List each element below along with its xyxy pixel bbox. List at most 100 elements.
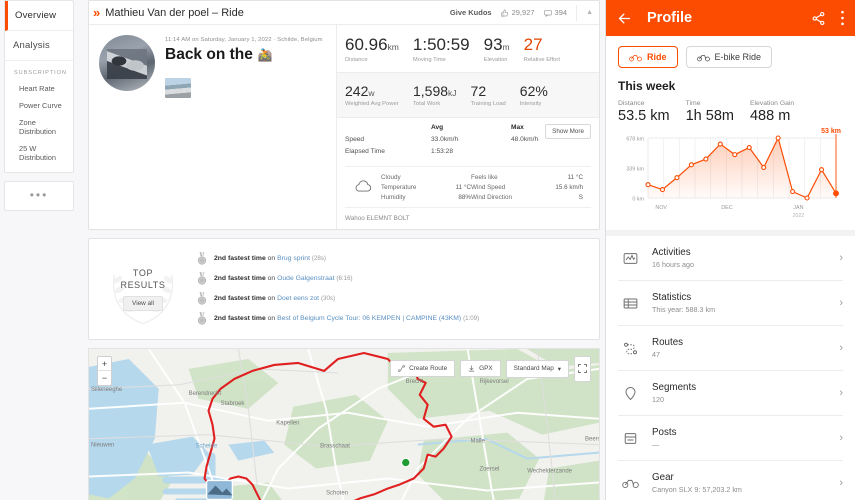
activity-header-title: Mathieu Van der poel – Ride [105,6,244,19]
statistics-icon [620,296,640,311]
weather-condition-value [443,174,471,181]
result-prefix: 2nd fastest time [214,315,266,323]
menu-item-segments[interactable]: Segments 120 › [618,371,843,416]
sidebar-nav-card: Overview Analysis SUBSCRIPTION Heart Rat… [4,0,74,173]
menu-item-activities-sub: 16 hours ago [652,260,694,269]
result-segment-link[interactable]: Oude Galgenstraat [277,275,334,282]
activity-name: Back on the 🚵 [165,46,323,64]
chevron-up-icon[interactable]: ▲ [586,9,593,16]
comment-count[interactable]: 394 [543,8,567,17]
list-item[interactable]: 2nd fastest time on Best of Belgium Cycl… [197,309,587,329]
sidebar-item-heart-rate[interactable]: Heart Rate [5,80,73,97]
svg-text:DEC: DEC [721,205,732,211]
comment-icon [543,9,552,17]
map-style-label: Standard Map [513,365,554,373]
map-zoom-controls[interactable]: + − [97,355,112,386]
svg-text:Berendrecht: Berendrecht [189,391,222,397]
activity-summary: 11:14 AM on Saturday, January 1, 2022 · … [89,25,337,229]
stat-distance-unit: km [387,42,399,52]
map-style-dropdown[interactable]: Standard Map ▾ [505,359,569,378]
weather-section: Cloudy Feels like 11 °C Temperature 11 °… [345,165,591,208]
menu-item-activities-title: Activities [652,247,691,258]
chart-last-point-label: 53 km [821,128,841,135]
sidebar: Overview Analysis SUBSCRIPTION Heart Rat… [0,0,80,500]
result-segment-link[interactable]: Best of Belgium Cycle Tour: 06 KEMPEN | … [277,315,461,322]
table-header-blank [345,124,431,134]
menu-item-routes-text: Routes 47 [652,337,827,359]
svg-text:Schoten: Schoten [326,490,348,496]
more-vertical-icon[interactable] [840,10,845,26]
svg-text:Nieuwen: Nieuwen [91,442,114,448]
gpx-download-button[interactable]: GPX [460,360,501,378]
segments-icon [620,386,640,401]
list-item-text: 2nd fastest time on Doet eens zot (30s) [214,295,335,302]
menu-item-routes-sub: 47 [652,350,660,359]
stat-elevation-value: 93m [484,35,510,55]
svg-text:Kapellen: Kapellen [276,420,299,426]
result-segment-link[interactable]: Doet eens zot [277,295,319,302]
result-prefix: 2nd fastest time [214,295,266,303]
medal-icon [197,312,207,325]
sidebar-item-overview[interactable]: Overview [5,1,73,31]
map-zoom-out-button[interactable]: − [98,371,111,385]
double-chevron-icon: » [93,5,100,20]
stat-elevation-number: 93 [483,35,503,54]
activity-header: » Mathieu Van der poel – Ride Give Kudos… [89,1,599,25]
stat-elevation-unit: m [502,42,510,52]
weather-humidity-value: 88% [458,193,471,201]
menu-item-posts[interactable]: Posts — › [618,416,843,461]
view-all-button[interactable]: View all [123,295,163,311]
menu-item-activities-text: Activities 16 hours ago [652,247,827,269]
menu-item-statistics[interactable]: Statistics This year: 588.3 km › [618,281,843,326]
activity-photo-thumbnail[interactable] [165,78,191,98]
gpx-label: GPX [479,365,493,373]
stat-moving-time-label: Moving Time [412,57,446,63]
tab-ebike-ride[interactable]: E-bike Ride [685,46,773,68]
ebike-icon [696,54,710,61]
tab-ride[interactable]: Ride [618,46,678,68]
list-item[interactable]: 2nd fastest time on Doet eens zot (30s) [197,289,587,309]
menu-item-activities[interactable]: Activities 16 hours ago › [618,236,843,281]
activity-body: 11:14 AM on Saturday, January 1, 2022 · … [89,25,599,229]
week-stat-distance-label: Distance [618,100,645,107]
share-icon[interactable] [811,11,826,26]
avatar[interactable] [99,35,155,91]
week-stat-time: Time 1h 58m [686,100,750,124]
list-item[interactable]: 2nd fastest time on Oude Galgenstraat (6… [197,269,587,289]
arrow-left-icon[interactable] [616,11,633,26]
sidebar-item-analysis[interactable]: Analysis [5,31,73,61]
row-speed-avg: 33.0km/h [431,136,459,144]
gear-icon [620,477,640,489]
chevron-right-icon: › [839,252,843,264]
profile-menu: Activities 16 hours ago › Statistics Thi… [606,236,855,500]
result-segment-link[interactable]: Brug sprint [277,255,310,262]
weather-condition: Cloudy [381,173,401,181]
activity-meta: 11:14 AM on Saturday, January 1, 2022 · … [165,37,323,43]
svg-text:339 km: 339 km [626,167,644,173]
sidebar-item-power-curve[interactable]: Power Curve [5,97,73,114]
mountain-biker-icon: 🚵 [257,48,273,62]
kudos-count[interactable]: 29,927 [500,8,535,17]
map-fullscreen-button[interactable] [574,355,591,382]
give-kudos-button[interactable]: Give Kudos [450,8,492,17]
menu-item-statistics-sub: This year: 588.3 km [652,305,716,314]
menu-item-routes[interactable]: Routes 47 › [618,326,843,371]
svg-text:NOV: NOV [655,205,667,211]
cloud-icon [353,174,373,201]
result-prefix: 2nd fastest time [214,275,266,283]
show-more-button[interactable]: Show More [545,123,591,139]
sidebar-more-card[interactable]: ••• [4,181,74,211]
map-zoom-in-button[interactable]: + [98,357,111,371]
weather-humidity-label: Humidity [381,193,406,201]
sidebar-item-w-distribution[interactable]: 25 W Distribution [5,140,73,166]
thumbs-up-icon [500,9,508,17]
menu-item-gear[interactable]: Gear Canyon SLX 9: 57,203.2 km › [618,461,843,500]
routes-icon [620,341,640,356]
sidebar-item-zone-distribution[interactable]: Zone Distribution [5,114,73,140]
weekly-distance-chart[interactable]: 53 km 678 km 339 km 0 km NOV DEC JAN 2022 [618,128,843,226]
list-item[interactable]: 2nd fastest time on Brug sprint (28s) [197,249,587,269]
route-map[interactable]: Berendrecht Stabroek Brecht Rijkevorsel … [88,347,600,500]
create-route-button[interactable]: Create Route [390,360,456,378]
stat-moving-time: 1:50:59 Moving Time [413,35,484,64]
week-stat-distance-value: 53.5 km [618,108,670,124]
